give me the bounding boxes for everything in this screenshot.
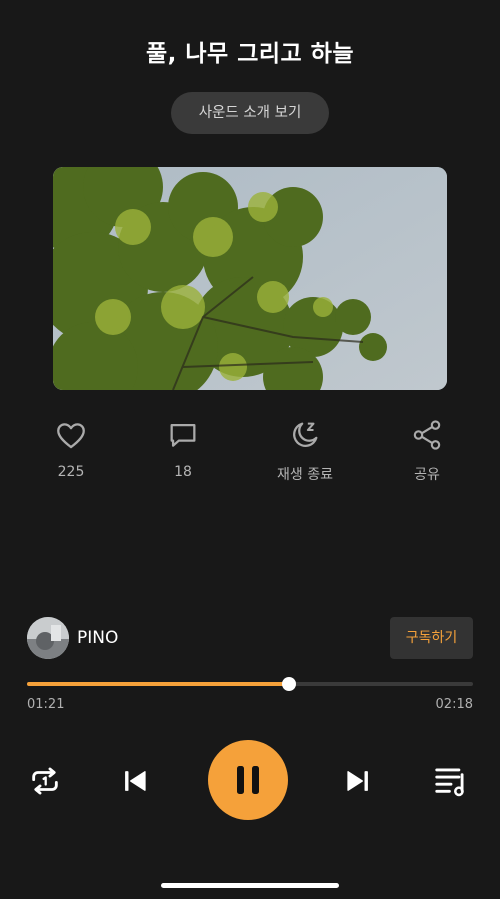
next-icon <box>347 771 368 791</box>
home-indicator <box>161 883 339 888</box>
sleep-timer-label: 재생 종료 <box>277 467 333 483</box>
playback-controls <box>0 740 500 822</box>
share-icon <box>413 420 441 450</box>
sleep-timer-button[interactable]: 재생 종료 <box>250 418 360 484</box>
heart-icon <box>57 423 85 449</box>
total-time: 02:18 <box>435 697 473 712</box>
progress-slider[interactable] <box>27 677 473 691</box>
action-bar: 225 18 재생 종료 공유 <box>0 418 500 498</box>
sound-intro-button[interactable]: 사운드 소개 보기 <box>171 92 329 134</box>
previous-button[interactable] <box>118 764 152 802</box>
progress-knob[interactable] <box>281 677 296 691</box>
previous-icon <box>125 771 146 791</box>
share-button[interactable]: 공유 <box>372 418 482 484</box>
repeat-one-icon <box>32 767 58 795</box>
like-count: 225 <box>57 464 85 480</box>
progress-fill <box>27 682 289 686</box>
subscribe-button[interactable]: 구독하기 <box>390 617 473 659</box>
playlist-button[interactable] <box>432 762 470 804</box>
sleep-timer-icon <box>293 422 318 447</box>
artist-name[interactable]: PINO <box>77 628 118 648</box>
share-label: 공유 <box>414 467 440 483</box>
playlist-icon <box>435 768 464 797</box>
like-button[interactable]: 225 <box>16 418 126 480</box>
comment-count: 18 <box>174 464 192 480</box>
track-artwork <box>53 167 447 390</box>
comment-button[interactable]: 18 <box>128 418 238 480</box>
play-pause-button[interactable] <box>208 740 288 820</box>
pause-icon <box>237 766 259 794</box>
artist-avatar[interactable] <box>27 617 69 659</box>
track-title: 풀, 나무 그리고 하늘 <box>145 41 355 67</box>
repeat-one-button[interactable] <box>28 764 62 802</box>
comment-icon <box>170 423 196 447</box>
next-button[interactable] <box>341 764 375 802</box>
artist-row: PINO 구독하기 <box>27 617 473 661</box>
current-time: 01:21 <box>27 697 65 712</box>
